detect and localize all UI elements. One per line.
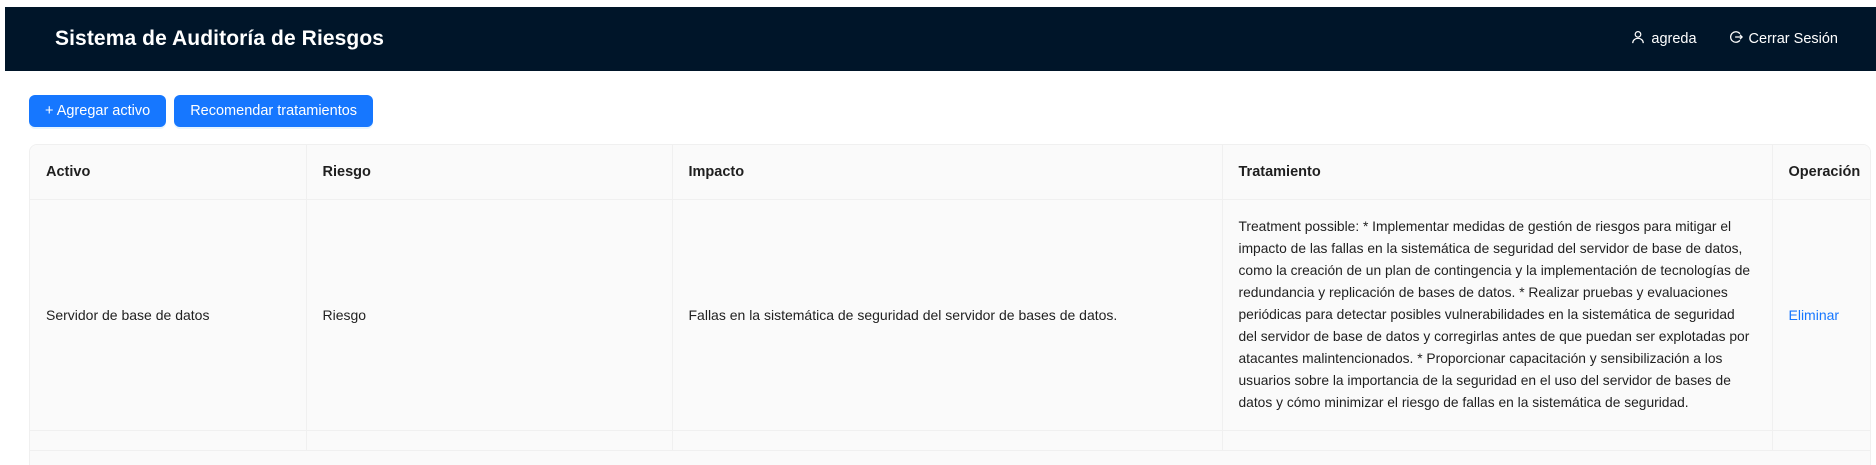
table-row (30, 430, 1870, 452)
table-row: Servidor de base de datos Riesgo Fallas … (30, 199, 1870, 432)
cell-riesgo: Riesgo (305, 199, 672, 432)
toolbar: + Agregar activo Recomendar tratamientos (29, 95, 374, 127)
column-header-impacto: Impacto (671, 145, 1222, 200)
logout-icon (1729, 30, 1743, 48)
logout-button[interactable]: Cerrar Sesión (1729, 30, 1838, 48)
top-navbar: Sistema de Auditoría de Riesgos agreda C… (5, 7, 1876, 71)
column-header-operacion: Operación (1771, 145, 1870, 200)
user-profile[interactable]: agreda (1631, 30, 1697, 48)
cell-tratamiento: Treatment possible: * Implementar medida… (1221, 199, 1772, 432)
delete-link[interactable]: Eliminar (1789, 307, 1840, 323)
logout-label: Cerrar Sesión (1748, 31, 1838, 47)
username-label: agreda (1651, 31, 1697, 47)
user-menu: agreda Cerrar Sesión (1631, 30, 1838, 48)
cell-operacion: Eliminar (1771, 199, 1870, 432)
app-title: Sistema de Auditoría de Riesgos (55, 27, 385, 50)
cell-activo: Servidor de base de datos (30, 199, 306, 432)
column-header-tratamiento: Tratamiento (1221, 145, 1772, 200)
add-asset-button[interactable]: + Agregar activo (29, 95, 167, 127)
table-header-row: Activo Riesgo Impacto Tratamiento Operac… (30, 145, 1870, 200)
user-icon (1631, 30, 1645, 48)
column-header-activo: Activo (30, 145, 306, 200)
column-header-riesgo: Riesgo (305, 145, 672, 200)
cell-impacto: Fallas en la sistemática de seguridad de… (671, 199, 1222, 432)
recommend-treatments-button[interactable]: Recomendar tratamientos (174, 95, 374, 127)
risk-table: Activo Riesgo Impacto Tratamiento Operac… (29, 144, 1871, 465)
